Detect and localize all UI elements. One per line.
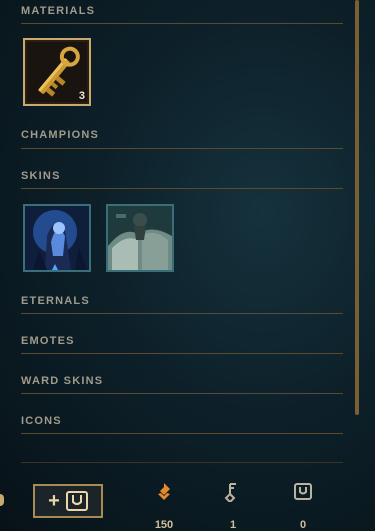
key-value: 1 bbox=[229, 519, 237, 531]
plus-icon: + bbox=[48, 490, 60, 512]
orange-essence-icon bbox=[158, 483, 170, 500]
divider bbox=[21, 353, 343, 354]
scrollbar[interactable] bbox=[355, 0, 359, 415]
section-title-ward-skins: WARD SKINS bbox=[21, 375, 104, 387]
plus-chest-icon bbox=[65, 491, 88, 511]
skin-shard-teal-icon bbox=[108, 206, 172, 270]
section-title-materials: MATERIALS bbox=[21, 5, 96, 17]
skin-tile-2[interactable] bbox=[106, 204, 174, 272]
section-title-icons: ICONS bbox=[21, 415, 62, 427]
divider bbox=[21, 188, 343, 189]
divider bbox=[21, 23, 343, 24]
add-chest-button[interactable]: + bbox=[33, 484, 103, 518]
side-handle[interactable] bbox=[0, 494, 4, 506]
section-title-emotes: EMOTES bbox=[21, 335, 75, 347]
section-title-champions: CHAMPIONS bbox=[21, 129, 100, 141]
currency-chests: 0 bbox=[283, 482, 323, 531]
divider bbox=[21, 393, 343, 394]
skin-shard-blue-icon bbox=[25, 206, 89, 270]
currency-orange-essence: 150 bbox=[144, 482, 184, 531]
loot-panel: MATERIALS 3 CHAMPIONS SKINS ETERNALS EMO… bbox=[0, 0, 375, 531]
divider bbox=[21, 148, 343, 149]
chest-icon bbox=[294, 483, 312, 500]
currency-keys: 1 bbox=[213, 482, 253, 531]
orange-essence-value: 150 bbox=[154, 519, 174, 531]
material-count: 3 bbox=[78, 90, 85, 102]
footer-divider bbox=[21, 462, 343, 463]
section-title-skins: SKINS bbox=[21, 170, 61, 182]
skin-tile-1[interactable] bbox=[23, 204, 91, 272]
divider bbox=[21, 313, 343, 314]
section-title-eternals: ETERNALS bbox=[21, 295, 90, 307]
divider bbox=[21, 433, 343, 434]
material-tile-key-fragment[interactable]: 3 bbox=[23, 38, 91, 106]
key-icon bbox=[224, 483, 236, 504]
chest-value: 0 bbox=[299, 519, 307, 531]
